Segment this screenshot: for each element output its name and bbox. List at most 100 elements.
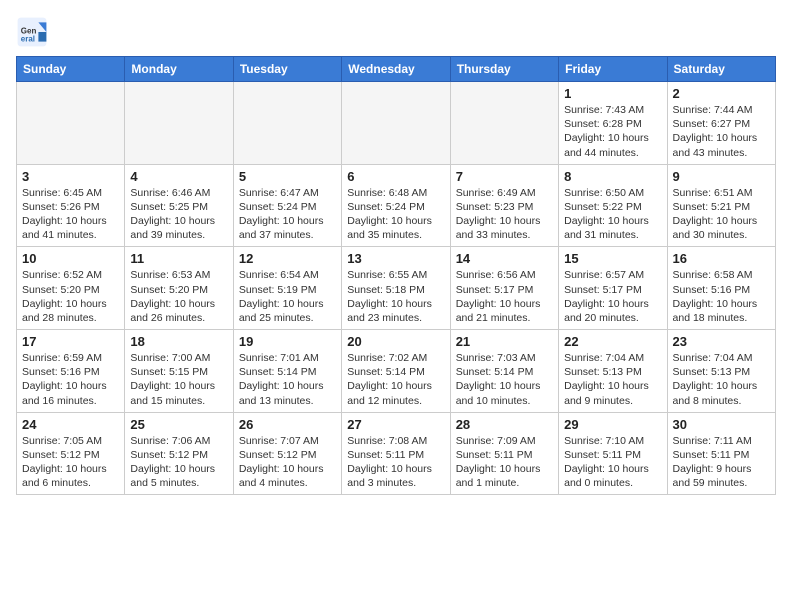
day-info: Sunrise: 7:00 AMSunset: 5:15 PMDaylight:… (130, 351, 227, 408)
calendar-cell: 4 Sunrise: 6:46 AMSunset: 5:25 PMDaylight… (125, 164, 233, 247)
day-header-sunday: Sunday (17, 57, 125, 82)
day-number: 10 (22, 251, 119, 266)
day-number: 25 (130, 417, 227, 432)
day-number: 22 (564, 334, 661, 349)
day-info: Sunrise: 6:51 AMSunset: 5:21 PMDaylight:… (673, 186, 770, 243)
day-info: Sunrise: 6:47 AMSunset: 5:24 PMDaylight:… (239, 186, 336, 243)
calendar-cell: 3 Sunrise: 6:45 AMSunset: 5:26 PMDaylight… (17, 164, 125, 247)
day-info: Sunrise: 7:10 AMSunset: 5:11 PMDaylight:… (564, 434, 661, 491)
day-number: 4 (130, 169, 227, 184)
day-number: 9 (673, 169, 770, 184)
day-info: Sunrise: 6:48 AMSunset: 5:24 PMDaylight:… (347, 186, 444, 243)
calendar-cell: 21 Sunrise: 7:03 AMSunset: 5:14 PMDayligh… (450, 330, 558, 413)
day-number: 5 (239, 169, 336, 184)
day-info: Sunrise: 7:03 AMSunset: 5:14 PMDaylight:… (456, 351, 553, 408)
calendar-week-row: 17Sunrise: 6:59 AMSunset: 5:16 PMDayligh… (17, 330, 776, 413)
calendar-cell: 27 Sunrise: 7:08 AMSunset: 5:11 PMDayligh… (342, 412, 450, 495)
day-number: 24 (22, 417, 119, 432)
calendar-cell (450, 82, 558, 165)
calendar-cell: 20 Sunrise: 7:02 AMSunset: 5:14 PMDayligh… (342, 330, 450, 413)
day-header-tuesday: Tuesday (233, 57, 341, 82)
day-number: 8 (564, 169, 661, 184)
day-info: Sunrise: 7:04 AMSunset: 5:13 PMDaylight:… (673, 351, 770, 408)
day-info: Sunrise: 7:04 AMSunset: 5:13 PMDaylight:… (564, 351, 661, 408)
day-info: Sunrise: 6:55 AMSunset: 5:18 PMDaylight:… (347, 268, 444, 325)
day-number: 11 (130, 251, 227, 266)
day-info: Sunrise: 6:58 AMSunset: 5:16 PMDaylight:… (673, 268, 770, 325)
day-number: 2 (673, 86, 770, 101)
day-number: 21 (456, 334, 553, 349)
day-info: Sunrise: 7:06 AMSunset: 5:12 PMDaylight:… (130, 434, 227, 491)
day-header-monday: Monday (125, 57, 233, 82)
calendar-cell: 7Sunrise: 6:49 AMSunset: 5:23 PMDaylight… (450, 164, 558, 247)
calendar-cell: 23 Sunrise: 7:04 AMSunset: 5:13 PMDayligh… (667, 330, 775, 413)
day-info: Sunrise: 7:09 AMSunset: 5:11 PMDaylight:… (456, 434, 553, 491)
calendar-cell: 29 Sunrise: 7:10 AMSunset: 5:11 PMDayligh… (559, 412, 667, 495)
day-info: Sunrise: 7:07 AMSunset: 5:12 PMDaylight:… (239, 434, 336, 491)
calendar-cell: 28 Sunrise: 7:09 AMSunset: 5:11 PMDayligh… (450, 412, 558, 495)
calendar-cell: 30 Sunrise: 7:11 AMSunset: 5:11 PMDayligh… (667, 412, 775, 495)
day-header-thursday: Thursday (450, 57, 558, 82)
calendar-week-row: 3 Sunrise: 6:45 AMSunset: 5:26 PMDaylight… (17, 164, 776, 247)
day-info: Sunrise: 6:46 AMSunset: 5:25 PMDaylight:… (130, 186, 227, 243)
calendar-cell: 1 Sunrise: 7:43 AMSunset: 6:28 PMDaylight… (559, 82, 667, 165)
day-info: Sunrise: 6:52 AMSunset: 5:20 PMDaylight:… (22, 268, 119, 325)
calendar-cell: 17Sunrise: 6:59 AMSunset: 5:16 PMDayligh… (17, 330, 125, 413)
page-header: Gen eral (16, 16, 776, 48)
day-number: 19 (239, 334, 336, 349)
day-number: 14 (456, 251, 553, 266)
calendar-cell (233, 82, 341, 165)
calendar-cell: 16 Sunrise: 6:58 AMSunset: 5:16 PMDayligh… (667, 247, 775, 330)
calendar-cell: 12Sunrise: 6:54 AMSunset: 5:19 PMDayligh… (233, 247, 341, 330)
logo: Gen eral (16, 16, 52, 48)
day-info: Sunrise: 7:05 AMSunset: 5:12 PMDaylight:… (22, 434, 119, 491)
day-info: Sunrise: 6:56 AMSunset: 5:17 PMDaylight:… (456, 268, 553, 325)
calendar-week-row: 10 Sunrise: 6:52 AMSunset: 5:20 PMDayligh… (17, 247, 776, 330)
day-number: 30 (673, 417, 770, 432)
day-number: 27 (347, 417, 444, 432)
day-header-wednesday: Wednesday (342, 57, 450, 82)
day-info: Sunrise: 6:50 AMSunset: 5:22 PMDaylight:… (564, 186, 661, 243)
day-info: Sunrise: 6:45 AMSunset: 5:26 PMDaylight:… (22, 186, 119, 243)
calendar-cell: 5 Sunrise: 6:47 AMSunset: 5:24 PMDaylight… (233, 164, 341, 247)
day-info: Sunrise: 6:54 AMSunset: 5:19 PMDaylight:… (239, 268, 336, 325)
calendar-cell: 2 Sunrise: 7:44 AMSunset: 6:27 PMDaylight… (667, 82, 775, 165)
day-number: 23 (673, 334, 770, 349)
day-info: Sunrise: 6:57 AMSunset: 5:17 PMDaylight:… (564, 268, 661, 325)
day-number: 6 (347, 169, 444, 184)
day-number: 15 (564, 251, 661, 266)
calendar-cell: 19 Sunrise: 7:01 AMSunset: 5:14 PMDayligh… (233, 330, 341, 413)
day-number: 26 (239, 417, 336, 432)
logo-icon: Gen eral (16, 16, 48, 48)
calendar-cell: 25 Sunrise: 7:06 AMSunset: 5:12 PMDayligh… (125, 412, 233, 495)
day-info: Sunrise: 7:08 AMSunset: 5:11 PMDaylight:… (347, 434, 444, 491)
day-number: 3 (22, 169, 119, 184)
day-info: Sunrise: 7:11 AMSunset: 5:11 PMDaylight:… (673, 434, 770, 491)
calendar-table: SundayMondayTuesdayWednesdayThursdayFrid… (16, 56, 776, 495)
day-info: Sunrise: 6:53 AMSunset: 5:20 PMDaylight:… (130, 268, 227, 325)
day-number: 13 (347, 251, 444, 266)
day-info: Sunrise: 6:49 AMSunset: 5:23 PMDaylight:… (456, 186, 553, 243)
day-info: Sunrise: 7:02 AMSunset: 5:14 PMDaylight:… (347, 351, 444, 408)
calendar-cell: 13 Sunrise: 6:55 AMSunset: 5:18 PMDayligh… (342, 247, 450, 330)
calendar-header-row: SundayMondayTuesdayWednesdayThursdayFrid… (17, 57, 776, 82)
day-number: 28 (456, 417, 553, 432)
day-number: 16 (673, 251, 770, 266)
day-info: Sunrise: 7:43 AMSunset: 6:28 PMDaylight:… (564, 103, 661, 160)
day-info: Sunrise: 6:59 AMSunset: 5:16 PMDaylight:… (22, 351, 119, 408)
day-number: 20 (347, 334, 444, 349)
calendar-cell: 15 Sunrise: 6:57 AMSunset: 5:17 PMDayligh… (559, 247, 667, 330)
calendar-cell (125, 82, 233, 165)
day-header-saturday: Saturday (667, 57, 775, 82)
calendar-cell: 11 Sunrise: 6:53 AMSunset: 5:20 PMDayligh… (125, 247, 233, 330)
calendar-cell: 6 Sunrise: 6:48 AMSunset: 5:24 PMDaylight… (342, 164, 450, 247)
day-number: 29 (564, 417, 661, 432)
calendar-cell: 14 Sunrise: 6:56 AMSunset: 5:17 PMDayligh… (450, 247, 558, 330)
calendar-cell (342, 82, 450, 165)
calendar-cell: 24 Sunrise: 7:05 AMSunset: 5:12 PMDayligh… (17, 412, 125, 495)
day-info: Sunrise: 7:44 AMSunset: 6:27 PMDaylight:… (673, 103, 770, 160)
day-number: 1 (564, 86, 661, 101)
calendar-week-row: 1 Sunrise: 7:43 AMSunset: 6:28 PMDaylight… (17, 82, 776, 165)
calendar-cell: 22 Sunrise: 7:04 AMSunset: 5:13 PMDayligh… (559, 330, 667, 413)
day-info: Sunrise: 7:01 AMSunset: 5:14 PMDaylight:… (239, 351, 336, 408)
